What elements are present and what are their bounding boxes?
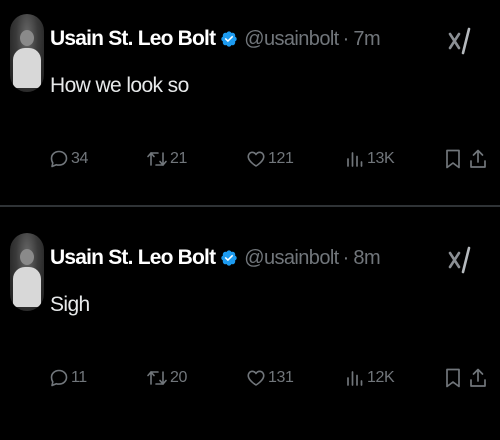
share-icon bbox=[470, 368, 486, 387]
avatar-head-shape bbox=[20, 30, 34, 46]
grok-icon[interactable] bbox=[448, 245, 472, 275]
reply-count: 34 bbox=[71, 150, 88, 167]
avatar[interactable] bbox=[10, 14, 44, 92]
avatar-head-shape bbox=[20, 249, 34, 265]
tweet-header: Usain St. Leo Bolt @usainbolt · 8m bbox=[50, 243, 381, 273]
retweet-count: 20 bbox=[170, 369, 187, 386]
reply-icon bbox=[50, 369, 68, 387]
timestamp[interactable]: 8m bbox=[353, 247, 380, 270]
timestamp[interactable]: 7m bbox=[353, 28, 380, 51]
like-button[interactable]: 131 bbox=[246, 362, 294, 394]
reply-button[interactable]: 34 bbox=[49, 143, 88, 175]
author-handle[interactable]: @usainbolt bbox=[244, 247, 339, 270]
share-icon bbox=[470, 149, 486, 168]
grok-icon[interactable] bbox=[448, 26, 472, 56]
like-button[interactable]: 121 bbox=[246, 143, 294, 175]
tweet-header: Usain St. Leo Bolt @usainbolt · 7m bbox=[50, 24, 381, 54]
reply-icon bbox=[50, 150, 68, 168]
bookmark-icon bbox=[446, 149, 460, 169]
views-button[interactable]: 13K bbox=[345, 143, 395, 175]
like-count: 121 bbox=[268, 150, 294, 167]
author-name[interactable]: Usain St. Leo Bolt bbox=[50, 27, 216, 51]
avatar-body-shape bbox=[13, 267, 41, 307]
author-name[interactable]: Usain St. Leo Bolt bbox=[50, 246, 216, 270]
action-bar: 34 21 121 13K bbox=[0, 143, 500, 175]
retweet-icon bbox=[147, 371, 167, 385]
tweet[interactable]: Usain St. Leo Bolt @usainbolt · 7m How w… bbox=[0, 0, 500, 205]
verified-badge-icon[interactable] bbox=[220, 249, 238, 267]
retweet-button[interactable]: 21 bbox=[146, 143, 187, 175]
action-bar: 11 20 131 12K bbox=[0, 362, 500, 394]
bookmark-icon bbox=[446, 368, 460, 388]
heart-icon bbox=[247, 151, 265, 167]
reply-button[interactable]: 11 bbox=[49, 362, 87, 394]
share-button[interactable] bbox=[468, 143, 488, 175]
retweet-button[interactable]: 20 bbox=[146, 362, 187, 394]
retweet-count: 21 bbox=[170, 150, 187, 167]
bookmark-button[interactable] bbox=[444, 362, 462, 394]
views-count: 13K bbox=[367, 150, 395, 167]
tweet-text: How we look so bbox=[50, 74, 189, 97]
tweet[interactable]: Usain St. Leo Bolt @usainbolt · 8m Sigh … bbox=[0, 219, 500, 424]
avatar-body-shape bbox=[13, 48, 41, 88]
separator-dot: · bbox=[342, 246, 350, 269]
author-handle[interactable]: @usainbolt bbox=[244, 28, 339, 51]
views-count: 12K bbox=[367, 369, 395, 386]
views-button[interactable]: 12K bbox=[345, 362, 395, 394]
bookmark-button[interactable] bbox=[444, 143, 462, 175]
heart-icon bbox=[247, 370, 265, 386]
tweet-text: Sigh bbox=[50, 293, 90, 316]
avatar[interactable] bbox=[10, 233, 44, 311]
reply-count: 11 bbox=[71, 369, 87, 386]
like-count: 131 bbox=[268, 369, 294, 386]
retweet-icon bbox=[147, 152, 167, 166]
views-icon bbox=[347, 152, 363, 167]
share-button[interactable] bbox=[468, 362, 488, 394]
views-icon bbox=[347, 371, 363, 386]
separator-dot: · bbox=[342, 27, 350, 50]
tweet-divider bbox=[0, 205, 500, 207]
verified-badge-icon[interactable] bbox=[220, 30, 238, 48]
